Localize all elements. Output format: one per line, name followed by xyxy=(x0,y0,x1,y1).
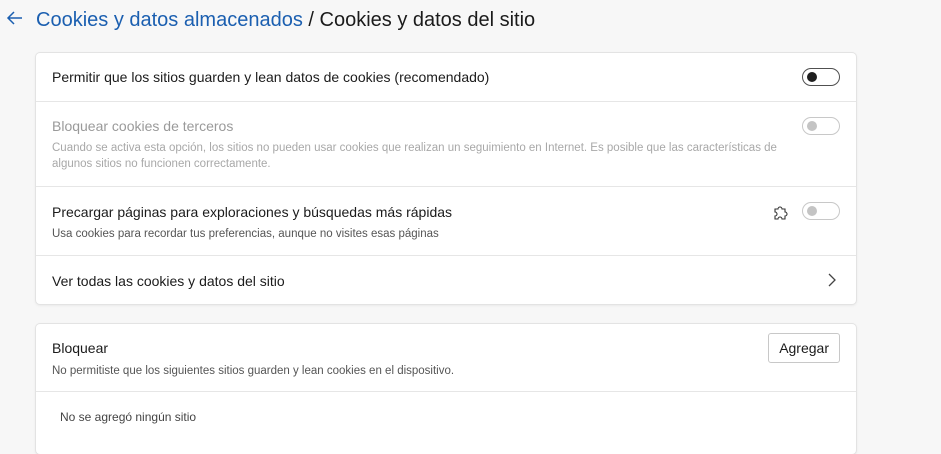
view-all-cookies-link[interactable]: Ver todas las cookies y datos del sitio xyxy=(36,255,856,304)
cookie-settings-card: Permitir que los sitios guarden y lean d… xyxy=(36,53,856,304)
puzzle-extension-icon[interactable] xyxy=(772,204,790,222)
block-third-party-toggle[interactable] xyxy=(802,117,840,135)
setting-label: Permitir que los sitios guarden y lean d… xyxy=(52,69,490,85)
breadcrumb-parent-link[interactable]: Cookies y datos almacenados xyxy=(36,9,303,31)
breadcrumb: Cookies y datos almacenados / Cookies y … xyxy=(36,8,535,32)
preload-pages-toggle[interactable] xyxy=(802,202,840,220)
divider xyxy=(36,391,856,392)
setting-label: Bloquear cookies de terceros xyxy=(52,118,234,134)
block-section-description: No permitiste que los siguientes sitios … xyxy=(52,365,455,377)
back-arrow-icon[interactable] xyxy=(4,7,26,29)
breadcrumb-separator: / xyxy=(302,9,320,31)
view-all-label: Ver todas las cookies y datos del sitio xyxy=(52,273,285,289)
page-header: Cookies y datos almacenados / Cookies y … xyxy=(0,0,941,44)
setting-description: Usa cookies para recordar tus preferenci… xyxy=(52,228,439,240)
toggle-knob xyxy=(807,121,817,131)
setting-allow-cookies: Permitir que los sitios guarden y lean d… xyxy=(36,53,856,102)
block-section-title: Bloquear xyxy=(52,340,109,356)
setting-description: Cuando se activa esta opción, los sitios… xyxy=(52,142,777,170)
allow-cookies-toggle[interactable] xyxy=(802,68,840,86)
toggle-knob xyxy=(807,72,817,82)
add-blocked-site-button[interactable]: Agregar xyxy=(768,333,840,363)
chevron-right-icon xyxy=(826,272,838,288)
block-sites-card: Bloquear No permitiste que los siguiente… xyxy=(36,324,856,454)
toggle-knob xyxy=(807,206,817,216)
page-title: Cookies y datos del sitio xyxy=(319,9,536,31)
empty-list-text: No se agregó ningún sitio xyxy=(60,410,197,424)
setting-preload-pages: Precargar páginas para exploraciones y b… xyxy=(36,186,856,256)
setting-label: Precargar páginas para exploraciones y b… xyxy=(52,204,453,220)
setting-block-third-party: Bloquear cookies de terceros Cuando se a… xyxy=(36,101,856,187)
